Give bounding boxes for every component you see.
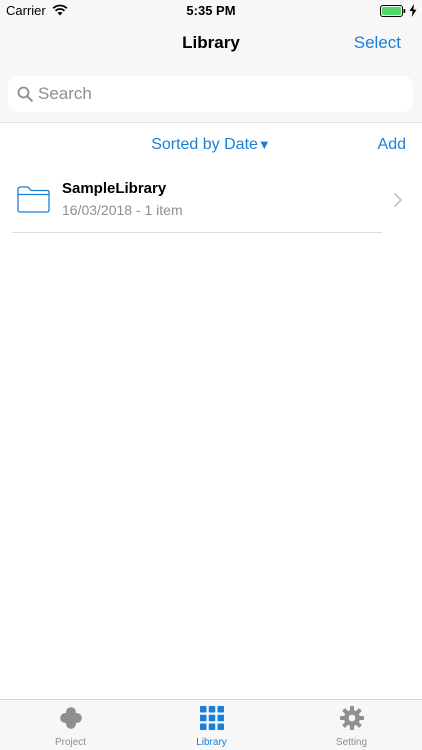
sort-label: Sorted by Date: [151, 136, 258, 153]
search-icon: [17, 86, 33, 102]
search-box[interactable]: [8, 76, 413, 112]
select-button[interactable]: Select: [354, 33, 401, 53]
gear-icon: [339, 706, 364, 730]
charging-bolt-icon: [409, 4, 417, 17]
battery-icon: [380, 5, 406, 17]
tab-label-library: Library: [196, 737, 227, 748]
tab-label-setting: Setting: [335, 737, 368, 748]
grid-icon: [199, 706, 224, 730]
folder-icon: [17, 186, 50, 213]
clover-icon: [59, 707, 82, 729]
tab-setting[interactable]: Setting: [281, 700, 422, 750]
search-area: [0, 66, 422, 123]
sort-toolbar: Sorted by Date▼ Add: [0, 124, 422, 166]
add-button[interactable]: Add: [378, 136, 406, 154]
chevron-right-icon: [394, 193, 402, 207]
tab-library[interactable]: Library: [141, 700, 282, 750]
library-screen: Carrier 5:35 PM Library Select Search So…: [0, 0, 422, 750]
navigation-bar: Library Select: [0, 22, 422, 66]
list-item-samplelibrary[interactable]: SampleLibrary 16/03/2018 - 1 item: [0, 168, 422, 232]
search-input[interactable]: [38, 76, 398, 112]
library-meta: 16/03/2018 - 1 item: [62, 202, 183, 218]
tab-label-project: Project: [54, 737, 87, 748]
tab-project[interactable]: Project: [0, 700, 141, 750]
sort-arrow-icon: ▼: [257, 137, 271, 152]
list-divider: [12, 232, 382, 233]
status-bar: Carrier 5:35 PM: [0, 0, 422, 22]
library-name: SampleLibrary: [62, 180, 167, 197]
tab-bar: Project Library Setting: [0, 699, 422, 750]
sort-button[interactable]: Sorted by Date▼: [0, 136, 422, 154]
status-time: 5:35 PM: [186, 3, 236, 18]
